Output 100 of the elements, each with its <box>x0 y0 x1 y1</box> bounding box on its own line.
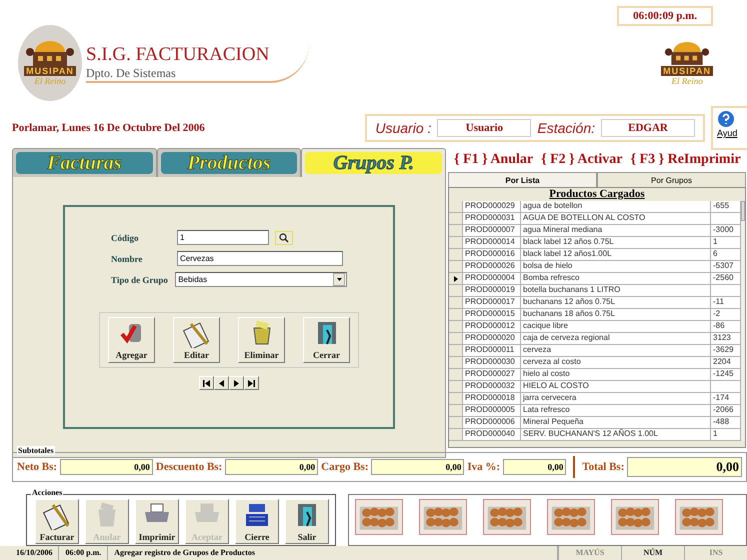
field-label: Iva %: <box>467 461 500 473</box>
dropdown[interactable]: Bebidas <box>175 272 347 287</box>
key-indicator: INS <box>684 546 747 560</box>
table-cell: PROD000004 <box>463 273 521 285</box>
table-cell: cerveza al costo <box>521 357 711 369</box>
amount-field[interactable]: 0,00 <box>60 459 153 475</box>
table-cell: SERV. BUCHANAN'S 12 AÑOS 1.00L <box>521 429 711 441</box>
shortcut-label: { F1 } Anular <box>454 152 534 168</box>
cash-register-icon <box>244 502 270 528</box>
tab[interactable]: Por Lista <box>448 172 597 187</box>
table-cell: PROD000031 <box>463 213 521 225</box>
table-cell: -2066 <box>711 405 741 417</box>
table-cell: PROD000029 <box>463 201 521 213</box>
scrollbar[interactable] <box>741 201 745 441</box>
table-cell <box>711 213 741 225</box>
triangle-icon <box>233 380 240 386</box>
status-message: Agregar registro de Grupos de Productos <box>108 546 558 560</box>
field-label: Tipo de Grupo <box>111 274 169 284</box>
table-cell: -2 <box>711 309 741 321</box>
action-button[interactable]: Salir <box>285 499 329 544</box>
amount-field[interactable]: 0,00 <box>503 459 566 475</box>
help-button[interactable]: Ayud <box>711 106 747 150</box>
group-title: Acciones <box>31 488 64 497</box>
table-cell <box>711 285 741 297</box>
input-field[interactable]: 1 <box>177 230 269 245</box>
date-text: Porlamar, Lunes 16 De Octubre Del 2006 <box>12 122 206 134</box>
action-button[interactable]: Cierre <box>235 499 279 544</box>
tab[interactable]: Grupos P. <box>305 152 442 174</box>
table-cell: PROD000011 <box>463 345 521 357</box>
table-cell: agua de botellon <box>521 201 711 213</box>
table-cell: hielo al costo <box>521 369 711 381</box>
logo-tagline: El Reino <box>671 76 703 86</box>
table-cell: -5307 <box>711 261 741 273</box>
table-cell: PROD000016 <box>463 249 521 261</box>
table-cell: bolsa de hielo <box>521 261 711 273</box>
total-field[interactable]: 0,00 <box>627 457 742 477</box>
table-cell: HIELO AL COSTO <box>521 381 711 393</box>
amount-field[interactable]: 0,00 <box>371 459 464 475</box>
app-title: S.I.G. FACTURACION <box>86 44 270 66</box>
table-cell: jarra cervecera <box>521 393 711 405</box>
shortcut-label: { F2 } Activar <box>541 152 623 168</box>
table-cell: agua Mineral mediana <box>521 225 711 237</box>
field-label: Descuento Bs: <box>156 461 222 473</box>
table-cell: caja de cerveza regional <box>521 333 711 345</box>
action-button[interactable]: Eliminar <box>238 317 285 363</box>
logo-name: MUSIPAN <box>661 66 713 76</box>
table-cell: Mineral Pequeña <box>521 417 711 429</box>
action-button[interactable]: Cerrar <box>303 317 350 363</box>
nav-button[interactable] <box>244 376 259 390</box>
nav-button[interactable] <box>229 376 244 390</box>
table-cell: black label 12 años1.00L <box>521 249 711 261</box>
key-indicator: MAYÚS <box>558 546 621 560</box>
table-cell: -3629 <box>711 345 741 357</box>
table-cell: 1 <box>711 237 741 249</box>
table-cell: PROD000026 <box>463 261 521 273</box>
table-cell: 1 <box>711 429 741 441</box>
table-cell: -86 <box>711 321 741 333</box>
table-cell: PROD000015 <box>463 309 521 321</box>
table-cell: PROD000017 <box>463 297 521 309</box>
field-label: Nombre <box>111 254 144 264</box>
table-cell: cerveza <box>521 345 711 357</box>
table-cell: 2204 <box>711 357 741 369</box>
table-cell: PROD000014 <box>463 237 521 249</box>
action-button[interactable]: Facturar <box>35 499 79 544</box>
building-icon <box>25 40 75 66</box>
table-cell: Bomba refresco <box>521 273 711 285</box>
total-label: Total Bs: <box>582 461 624 473</box>
caret-icon <box>336 278 342 281</box>
clock: 06:00:09 p.m. <box>617 6 713 26</box>
input-field[interactable]: Cervezas <box>177 251 343 266</box>
logo-tagline: El Reino <box>34 76 66 86</box>
table-cell: AGUA DE BOTELLON AL COSTO <box>521 213 711 225</box>
table-cell: PROD000040 <box>463 429 521 441</box>
table-cell: 3123 <box>711 333 741 345</box>
logo-name: MUSIPAN <box>24 66 76 76</box>
table-cell: -2560 <box>711 273 741 285</box>
table-cell: black label 12 años 0.75L <box>521 237 711 249</box>
field-label: Código <box>111 232 140 242</box>
station-field: EDGAR <box>601 119 695 137</box>
table-cell: PROD000030 <box>463 357 521 369</box>
nav-button[interactable] <box>214 376 229 390</box>
table-cell: PROD000007 <box>463 225 521 237</box>
nav-button[interactable] <box>199 376 214 390</box>
door-icon <box>295 502 319 528</box>
row-pointer-icon <box>454 276 458 282</box>
amount-field[interactable]: 0,00 <box>225 459 318 475</box>
table-cell: PROD000020 <box>463 333 521 345</box>
table-cell: PROD000012 <box>463 321 521 333</box>
status-date: 16/10/2006 <box>0 546 60 560</box>
action-button[interactable]: Editar <box>173 317 220 363</box>
table-cell: cacique libre <box>521 321 711 333</box>
action-button[interactable]: Imprimir <box>135 499 179 544</box>
table-cell: -11 <box>711 297 741 309</box>
action-button[interactable]: Agregar <box>108 317 155 363</box>
table-cell: buchanans 18 años 0.75L <box>521 309 711 321</box>
triangle-icon <box>218 380 225 386</box>
table-cell: PROD000027 <box>463 369 521 381</box>
tab[interactable]: Por Grupos <box>597 172 746 187</box>
group-title: Subtotales <box>17 446 55 455</box>
search-button[interactable] <box>275 230 293 244</box>
